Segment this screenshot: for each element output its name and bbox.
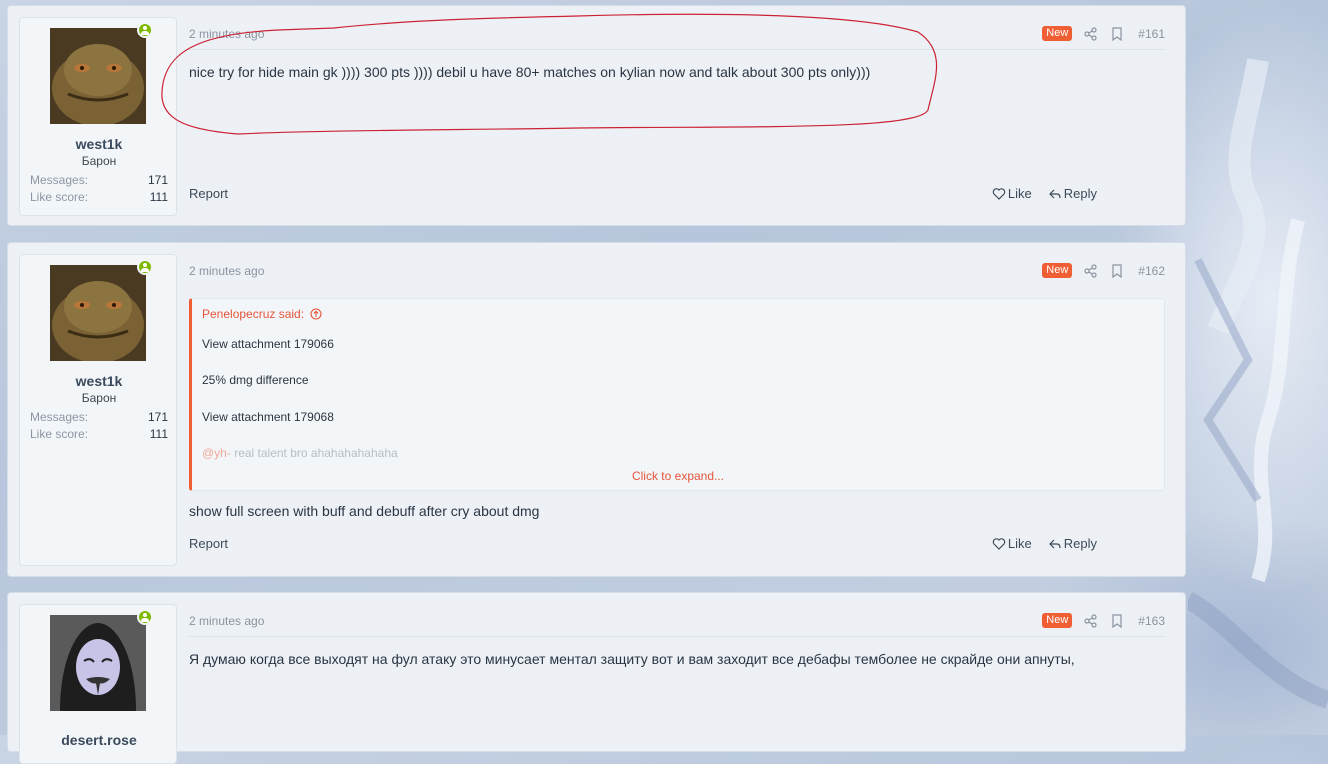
- like-label: Like: [1007, 186, 1032, 201]
- post-text: show full screen with buff and debuff af…: [189, 503, 540, 519]
- like-label: Like: [1007, 536, 1032, 551]
- heart-icon: [992, 537, 1006, 550]
- username[interactable]: desert.rose: [20, 732, 178, 748]
- post-actions: Like Reply: [976, 536, 1097, 551]
- report-link[interactable]: Report: [189, 536, 228, 551]
- report-link[interactable]: Report: [189, 186, 228, 201]
- background-art: [1188, 58, 1328, 709]
- online-icon: [137, 609, 153, 625]
- username[interactable]: west1k: [20, 373, 178, 389]
- share-icon[interactable]: [1084, 263, 1098, 278]
- post-meta: New #163: [1042, 613, 1165, 628]
- like-score-stat: Like score: 111: [30, 190, 168, 204]
- messages-label: Messages:: [30, 410, 89, 424]
- like-score-value: 111: [149, 190, 168, 204]
- post-text: nice try for hide main gk )))) 300 pts )…: [189, 64, 871, 80]
- post-actions: Like Reply: [976, 186, 1097, 201]
- post-number[interactable]: #163: [1138, 614, 1165, 628]
- quote-attachment-link[interactable]: View attachment 179066: [202, 337, 334, 351]
- user-title: Барон: [81, 391, 117, 405]
- quote-line: 25% dmg difference: [202, 373, 309, 387]
- divider: [189, 636, 1165, 637]
- user-card: west1k Барон Messages: 171 Like score: 1…: [19, 254, 177, 566]
- reply-button[interactable]: Reply: [1048, 186, 1097, 201]
- quote-faded-text: real talent bro ahahahahahaha: [230, 446, 398, 460]
- bookmark-icon[interactable]: [1110, 613, 1124, 628]
- user-card: west1k Барон Messages: 171 Like score: 1…: [19, 17, 177, 216]
- post-time[interactable]: 2 minutes ago: [189, 27, 264, 41]
- post-meta: New #161: [1042, 26, 1165, 41]
- post-161: west1k Барон Messages: 171 Like score: 1…: [7, 5, 1186, 226]
- bookmark-icon[interactable]: [1110, 263, 1124, 278]
- quote-block: Penelopecruz said: View attachment 17906…: [189, 298, 1165, 491]
- post-time[interactable]: 2 minutes ago: [189, 614, 264, 628]
- username[interactable]: west1k: [20, 136, 178, 152]
- post-162: west1k Барон Messages: 171 Like score: 1…: [7, 242, 1186, 577]
- quote-faded-line: @yh- real talent bro ahahahahahaha: [202, 446, 398, 460]
- divider: [189, 49, 1165, 50]
- post-number[interactable]: #162: [1138, 264, 1165, 278]
- post-time[interactable]: 2 minutes ago: [189, 264, 264, 278]
- quote-author[interactable]: Penelopecruz said:: [202, 307, 322, 321]
- messages-stat: Messages: 171: [30, 173, 168, 187]
- mention-link[interactable]: @yh-: [202, 446, 231, 460]
- like-score-value: 111: [149, 427, 168, 441]
- bookmark-icon[interactable]: [1110, 26, 1124, 41]
- avatar[interactable]: [50, 265, 146, 361]
- reply-label: Reply: [1063, 186, 1097, 201]
- reply-icon: [1048, 189, 1061, 198]
- post-163: desert.rose 2 minutes ago New #163 Я дум…: [7, 592, 1186, 764]
- post-text: Я думаю когда все выходят на фул атаку э…: [189, 651, 1075, 667]
- like-button[interactable]: Like: [992, 536, 1032, 551]
- avatar[interactable]: [50, 615, 146, 711]
- messages-label: Messages:: [30, 173, 89, 187]
- share-icon[interactable]: [1084, 613, 1098, 628]
- user-card: desert.rose: [19, 604, 177, 764]
- messages-value: 171: [147, 173, 168, 187]
- avatar[interactable]: [50, 28, 146, 124]
- like-score-stat: Like score: 111: [30, 427, 168, 441]
- new-badge: New: [1042, 263, 1073, 278]
- quote-attachment-link[interactable]: View attachment 179068: [202, 410, 334, 424]
- share-icon[interactable]: [1084, 26, 1098, 41]
- post-number[interactable]: #161: [1138, 27, 1165, 41]
- online-icon: [137, 259, 153, 275]
- new-badge: New: [1042, 613, 1073, 628]
- like-score-label: Like score:: [30, 427, 89, 441]
- online-icon: [137, 22, 153, 38]
- arrow-up-circle-icon[interactable]: [310, 308, 322, 320]
- messages-stat: Messages: 171: [30, 410, 168, 424]
- new-badge: New: [1042, 26, 1073, 41]
- like-button[interactable]: Like: [992, 186, 1032, 201]
- user-title: Барон: [81, 154, 117, 168]
- quote-author-label: Penelopecruz said:: [202, 307, 305, 321]
- reply-label: Reply: [1063, 536, 1097, 551]
- like-score-label: Like score:: [30, 190, 89, 204]
- reply-button[interactable]: Reply: [1048, 536, 1097, 551]
- heart-icon: [992, 187, 1006, 200]
- messages-value: 171: [147, 410, 168, 424]
- click-to-expand-link[interactable]: Click to expand...: [192, 469, 1164, 483]
- reply-icon: [1048, 539, 1061, 548]
- post-meta: New #162: [1042, 263, 1165, 278]
